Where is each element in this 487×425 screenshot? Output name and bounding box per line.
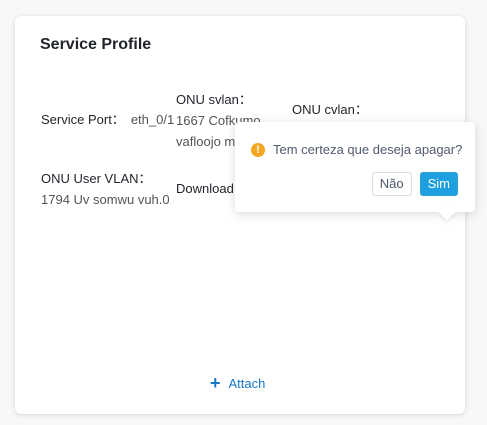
service-profile-card: Service Profile Service Port： eth_0/1 ONU…	[15, 16, 465, 414]
onu-cvlan-label: ONU cvlan：	[292, 102, 368, 117]
onu-user-vlan-label: ONU User VLAN：	[41, 171, 152, 186]
service-port-value: eth_0/1	[130, 112, 175, 127]
confirm-button[interactable]: Sim	[419, 172, 458, 196]
download-label: Download	[176, 181, 234, 196]
onu-user-vlan-value: 1794 Uv somwu vuh.0	[41, 192, 170, 207]
popover-message-text: Tem certeza que deseja apagar?	[273, 142, 463, 157]
warning-icon: !	[251, 142, 265, 157]
onu-cvlan-field: ONU cvlan：	[292, 99, 368, 120]
onu-svlan-label: ONU svlan：	[176, 92, 252, 107]
service-port-label: Service Port：	[41, 112, 125, 127]
cancel-button[interactable]: Não	[371, 172, 412, 196]
delete-confirm-popover: ! Tem certeza que deseja apagar? Não Sim	[235, 122, 475, 221]
attach-button[interactable]: + Attach	[210, 374, 265, 392]
onu-user-vlan-field: ONU User VLAN： 1794 Uv somwu vuh.0	[41, 168, 170, 210]
popover-message: ! Tem certeza que deseja apagar?	[251, 142, 462, 157]
service-port-field: Service Port： eth_0/1	[41, 109, 174, 130]
card-title: Service Profile	[40, 36, 152, 53]
plus-icon: +	[210, 373, 221, 393]
popover-actions: Não Sim	[371, 172, 458, 196]
attach-label: Attach	[228, 375, 266, 391]
